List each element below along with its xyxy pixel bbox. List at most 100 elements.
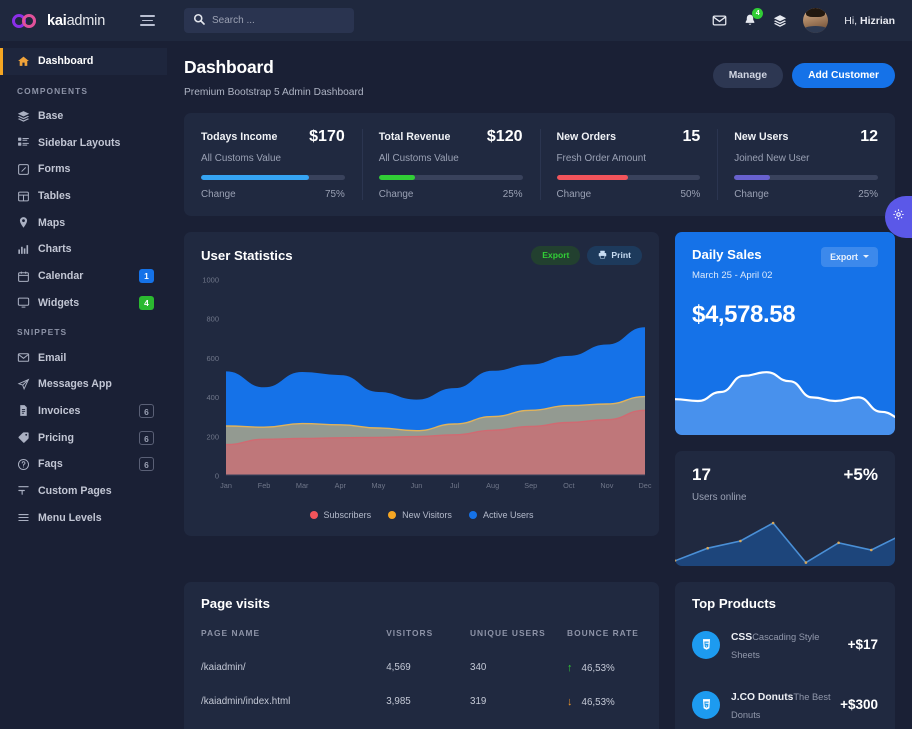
cell-visitors: 3,985 — [386, 685, 470, 719]
add-customer-button[interactable]: Add Customer — [792, 63, 895, 88]
page-title: Dashboard — [184, 57, 364, 78]
sidebar-item-label: Menu Levels — [38, 512, 102, 524]
sidebar-item-label: Sidebar Layouts — [38, 137, 120, 149]
export-button[interactable]: Export — [531, 246, 580, 265]
sidebar-item-invoices[interactable]: Invoices6 — [0, 398, 167, 425]
daily-sales-header: Daily Sales March 25 - April 02 Export — [692, 247, 878, 281]
avatar[interactable] — [803, 8, 828, 33]
search-input[interactable] — [212, 15, 345, 26]
stat-footer: Change25% — [379, 189, 523, 200]
sidebar-item-label: Maps — [38, 217, 65, 229]
stat-change-label: Change — [557, 189, 592, 200]
column-header: BOUNCE RATE — [567, 611, 642, 651]
search-box[interactable] — [184, 8, 354, 33]
print-button[interactable]: Print — [587, 246, 642, 265]
stat-change-pct: 25% — [858, 189, 878, 200]
stat-change-pct: 25% — [503, 189, 523, 200]
messages-icon[interactable] — [712, 13, 727, 28]
cell-bounce-rate: ↑ 46,53% — [567, 651, 642, 685]
paper-plane-icon — [17, 378, 34, 391]
kaiadmin-logo-icon — [12, 13, 38, 29]
product-name: CSS — [731, 632, 752, 643]
stat-footer: Change75% — [201, 189, 345, 200]
sidebar-item-messages-app[interactable]: Messages App — [0, 371, 167, 398]
sidebar-item-sidebar-layouts[interactable]: Sidebar Layouts — [0, 129, 167, 156]
svg-text:1000: 1000 — [202, 275, 219, 284]
user-statistics-header: User Statistics Export Print — [184, 232, 659, 265]
sidebar-item-faqs[interactable]: Faqs6 — [0, 451, 167, 478]
daily-sales-export-label: Export — [830, 252, 858, 262]
daily-sales-export-button[interactable]: Export — [821, 247, 878, 267]
trend-up-icon: ↑ — [567, 662, 573, 674]
sidebar-item-label: Tables — [38, 190, 71, 202]
sidebar-item-dashboard[interactable]: Dashboard — [0, 48, 167, 75]
notifications-bell-icon[interactable]: 4 — [743, 13, 757, 28]
stat-value: 12 — [860, 128, 878, 146]
sidebar-item-pricing[interactable]: Pricing6 — [0, 424, 167, 451]
stats-card-row: Todays Income$170All Customs ValueChange… — [184, 113, 895, 216]
legend-label: New Visitors — [402, 510, 452, 520]
stat-description: Joined New User — [734, 153, 878, 164]
page-subtitle: Premium Bootstrap 5 Admin Dashboard — [184, 87, 364, 98]
sidebar-item-custom-pages[interactable]: Custom Pages — [0, 478, 167, 505]
bar-chart-icon — [17, 243, 34, 256]
daily-sales-sparkline — [675, 339, 895, 435]
sidebar-item-badge: 6 — [139, 404, 154, 418]
brand-name-light: admin — [67, 13, 106, 29]
stat-card-new-users: New Users12Joined New UserChange25% — [717, 113, 895, 216]
table-row[interactable]: /kaiadmin/index.html3,985319↓46,53% — [201, 685, 642, 719]
sidebar-item-widgets[interactable]: Widgets4 — [0, 290, 167, 317]
dashboard-page: kaiadmin DashboardCOMPONENTSBaseSidebar … — [0, 0, 912, 729]
stat-description: All Customs Value — [201, 153, 345, 164]
greeting-prefix: Hi, — [844, 15, 860, 27]
sidebar-item-email[interactable]: Email — [0, 344, 167, 371]
table-row[interactable]: /kaiadmin/charts.html3,513294↓36,49% — [201, 719, 642, 729]
bounce-rate-value: 46,53% — [582, 697, 615, 708]
user-statistics-card: User Statistics Export Print 02004006008… — [184, 232, 659, 536]
sidebar-item-label: Messages App — [38, 378, 112, 390]
brand-name: kaiadmin — [47, 13, 105, 29]
user-statistics-actions: Export Print — [531, 246, 642, 265]
layers-icon[interactable] — [773, 14, 787, 28]
invoice-icon — [17, 404, 34, 417]
sidebar-item-calendar[interactable]: Calendar1 — [0, 263, 167, 290]
sidebar-item-tables[interactable]: Tables — [0, 183, 167, 210]
users-online-header: 17 +5% — [692, 465, 878, 485]
monitor-icon — [17, 296, 34, 309]
user-greeting[interactable]: Hi, Hizrian — [844, 15, 895, 27]
manage-button[interactable]: Manage — [713, 63, 783, 88]
sidebar-toggle-icon[interactable] — [140, 15, 155, 26]
svg-text:Dec: Dec — [639, 481, 652, 490]
legend-item: New Visitors — [388, 510, 452, 520]
sidebar-item-forms[interactable]: Forms — [0, 156, 167, 183]
svg-text:Jun: Jun — [411, 481, 423, 490]
page-visits-card: Page visits PAGE NAMEVISITORSUNIQUE USER… — [184, 582, 659, 729]
sidebar-item-label: Base — [38, 110, 63, 122]
stat-progress-bar — [379, 175, 523, 180]
product-amount: +$17 — [848, 637, 878, 652]
sidebar-item-badge: 6 — [139, 431, 154, 445]
page-header: Dashboard Premium Bootstrap 5 Admin Dash… — [167, 41, 912, 98]
daily-sales-range: March 25 - April 02 — [692, 270, 773, 281]
sidebar-item-menu-levels[interactable]: Menu Levels — [0, 504, 167, 531]
svg-text:800: 800 — [206, 314, 219, 323]
sidebar-item-maps[interactable]: Maps — [0, 209, 167, 236]
page-visits-header: Page visits — [184, 582, 659, 611]
product-row[interactable]: CSSCascading Style Sheets+$17 — [692, 615, 878, 675]
sidebar-item-charts[interactable]: Charts — [0, 236, 167, 263]
gear-icon — [892, 208, 905, 226]
stat-footer: Change50% — [557, 189, 701, 200]
product-row[interactable]: J.CO DonutsThe Best Donuts+$300 — [692, 675, 878, 729]
table-row[interactable]: /kaiadmin/4,569340↑46,53% — [201, 651, 642, 685]
svg-text:Feb: Feb — [258, 481, 271, 490]
menu-icon — [17, 511, 34, 524]
svg-text:Nov: Nov — [600, 481, 613, 490]
svg-text:Sep: Sep — [524, 481, 537, 490]
css3-icon — [692, 631, 720, 659]
stat-progress-bar — [734, 175, 878, 180]
stat-name: New Orders — [557, 131, 616, 143]
sidebar-item-base[interactable]: Base — [0, 103, 167, 130]
bounce-rate-value: 46,53% — [582, 663, 615, 674]
cell-page-name: /kaiadmin/charts.html — [201, 719, 386, 729]
top-products-column: Top Products CSSCascading Style Sheets+$… — [675, 582, 895, 729]
